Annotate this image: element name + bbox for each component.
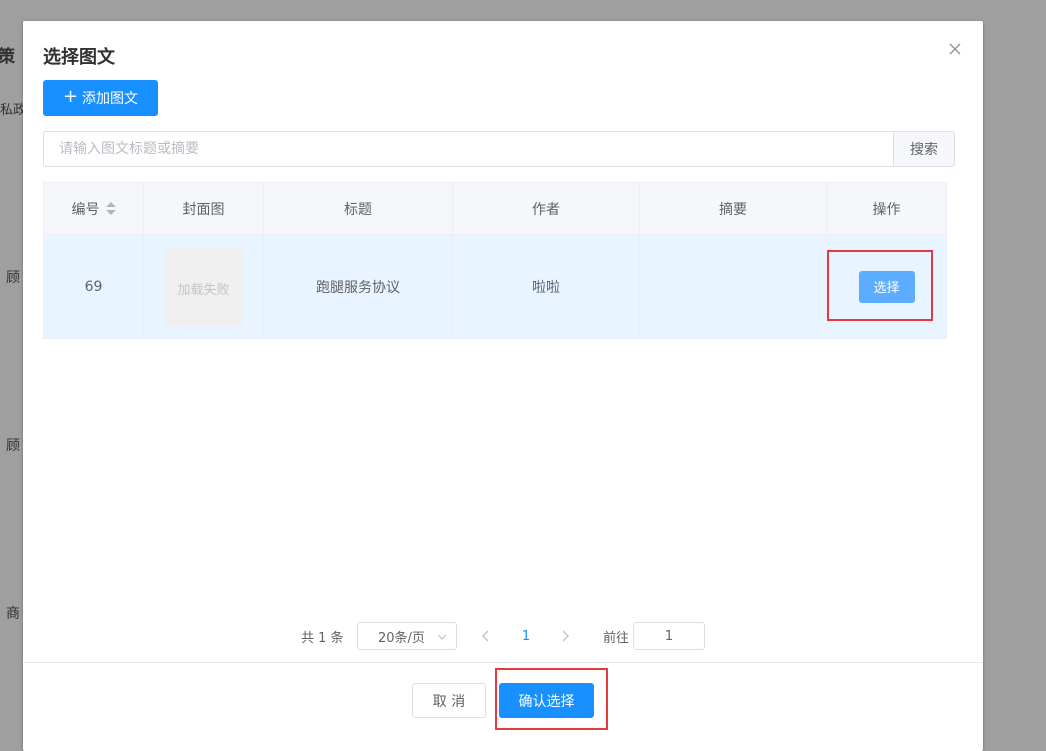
- chevron-left-icon[interactable]: [481, 622, 491, 650]
- sort-icon[interactable]: [105, 201, 116, 216]
- column-header-cover: 封面图: [144, 183, 264, 234]
- goto-label: 前往: [603, 630, 630, 646]
- cell-author: 啦啦: [453, 235, 640, 338]
- background-label-3: 顾: [6, 438, 20, 454]
- background-page-title: 策: [0, 47, 15, 67]
- plus-icon: +: [62, 86, 79, 107]
- add-article-button[interactable]: + 添加图文: [43, 80, 158, 116]
- table-row[interactable]: 69 加载失败 跑腿服务协议 啦啦 选择: [44, 235, 946, 338]
- close-icon[interactable]: [945, 39, 965, 59]
- search-button[interactable]: 搜索: [893, 131, 955, 167]
- background-label-2: 顾: [6, 270, 20, 286]
- cell-id: 69: [44, 235, 144, 338]
- article-table: 编号 封面图 标题 作者 摘要 操作 69 加载失败 跑腿服务协议 啦啦 选择: [43, 182, 947, 339]
- footer-divider: [23, 662, 983, 663]
- cover-image-placeholder: 加载失败: [164, 247, 243, 326]
- page-number[interactable]: 1: [520, 622, 532, 650]
- cell-action: 选择: [827, 235, 946, 338]
- background-label-4: 商: [6, 606, 20, 622]
- search-bar: 搜索: [43, 131, 955, 167]
- page-size-select[interactable]: 20条/页: [357, 622, 457, 650]
- select-article-dialog: 选择图文 + 添加图文 搜索 编号 封面图 标题 作者 摘要 操作 69 加载失…: [23, 21, 983, 751]
- add-article-label: 添加图文: [82, 91, 139, 107]
- pagination-total: 共 1 条: [301, 630, 344, 646]
- dialog-title: 选择图文: [43, 47, 115, 68]
- cancel-button[interactable]: 取 消: [412, 683, 486, 718]
- cell-title: 跑腿服务协议: [264, 235, 453, 338]
- goto-page-input[interactable]: 1: [633, 622, 705, 650]
- column-header-summary: 摘要: [640, 183, 827, 234]
- cell-summary: [640, 235, 827, 338]
- chevron-down-icon: [437, 634, 447, 640]
- chevron-right-icon[interactable]: [560, 622, 570, 650]
- confirm-select-button[interactable]: 确认选择: [499, 683, 594, 718]
- table-header: 编号 封面图 标题 作者 摘要 操作: [44, 183, 946, 235]
- column-header-title: 标题: [264, 183, 453, 234]
- pagination: 共 1 条 20条/页 1 前往 1: [23, 622, 983, 650]
- column-header-action: 操作: [872, 201, 901, 218]
- page-size-label: 20条/页: [378, 630, 425, 646]
- column-header-id[interactable]: 编号: [44, 183, 144, 234]
- select-button[interactable]: 选择: [858, 270, 915, 303]
- cell-cover: 加载失败: [144, 235, 264, 338]
- column-header-id-label: 编号: [71, 201, 100, 218]
- column-header-author: 作者: [453, 183, 640, 234]
- search-input[interactable]: [43, 131, 894, 167]
